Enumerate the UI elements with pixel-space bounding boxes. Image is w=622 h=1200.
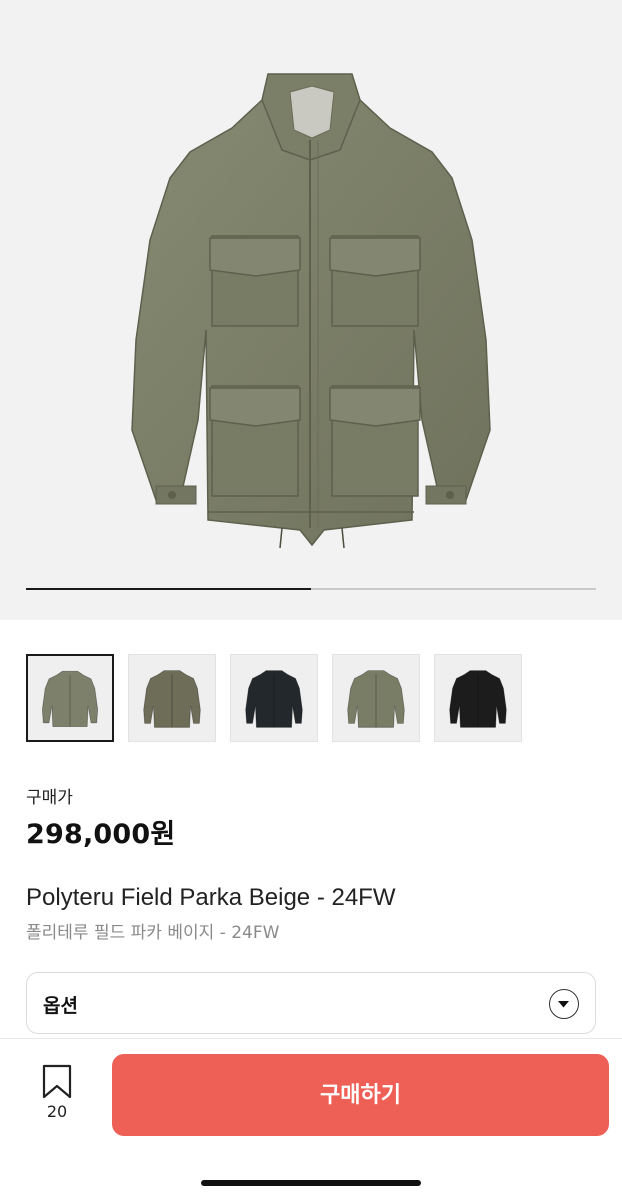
thumbnail-2[interactable] [128,654,216,742]
thumbnail-3[interactable] [230,654,318,742]
option-label: 옵션 [43,995,78,1017]
image-progress-bar [26,588,596,590]
thumbnail-strip [26,654,522,742]
buy-button[interactable]: 구매하기 [112,1054,609,1136]
product-image-carousel[interactable] [0,0,622,620]
option-select[interactable]: 옵션 [26,972,596,1034]
bookmark-button[interactable]: 20 [38,1064,78,1124]
bookmark-icon [42,1064,72,1099]
price: 298,000원 [26,819,176,850]
thumbnail-5[interactable] [434,654,522,742]
thumbnail-1[interactable] [26,654,114,742]
home-indicator [201,1180,421,1186]
image-progress-fill [26,588,311,590]
price-label: 구매가 [26,788,73,808]
thumbnail-image [449,670,507,728]
thumbnail-image [347,670,405,728]
thumbnail-image [41,670,99,728]
thumbnail-image [245,670,303,728]
product-title: Polyteru Field Parka Beige - 24FW [26,884,396,911]
product-subtitle: 폴리테루 필드 파카 베이지 - 24FW [26,923,280,943]
product-image [131,73,491,549]
bookmark-count: 20 [46,1102,68,1121]
thumbnail-image [143,670,201,728]
thumbnail-4[interactable] [332,654,420,742]
chevron-down-icon[interactable] [549,989,579,1019]
